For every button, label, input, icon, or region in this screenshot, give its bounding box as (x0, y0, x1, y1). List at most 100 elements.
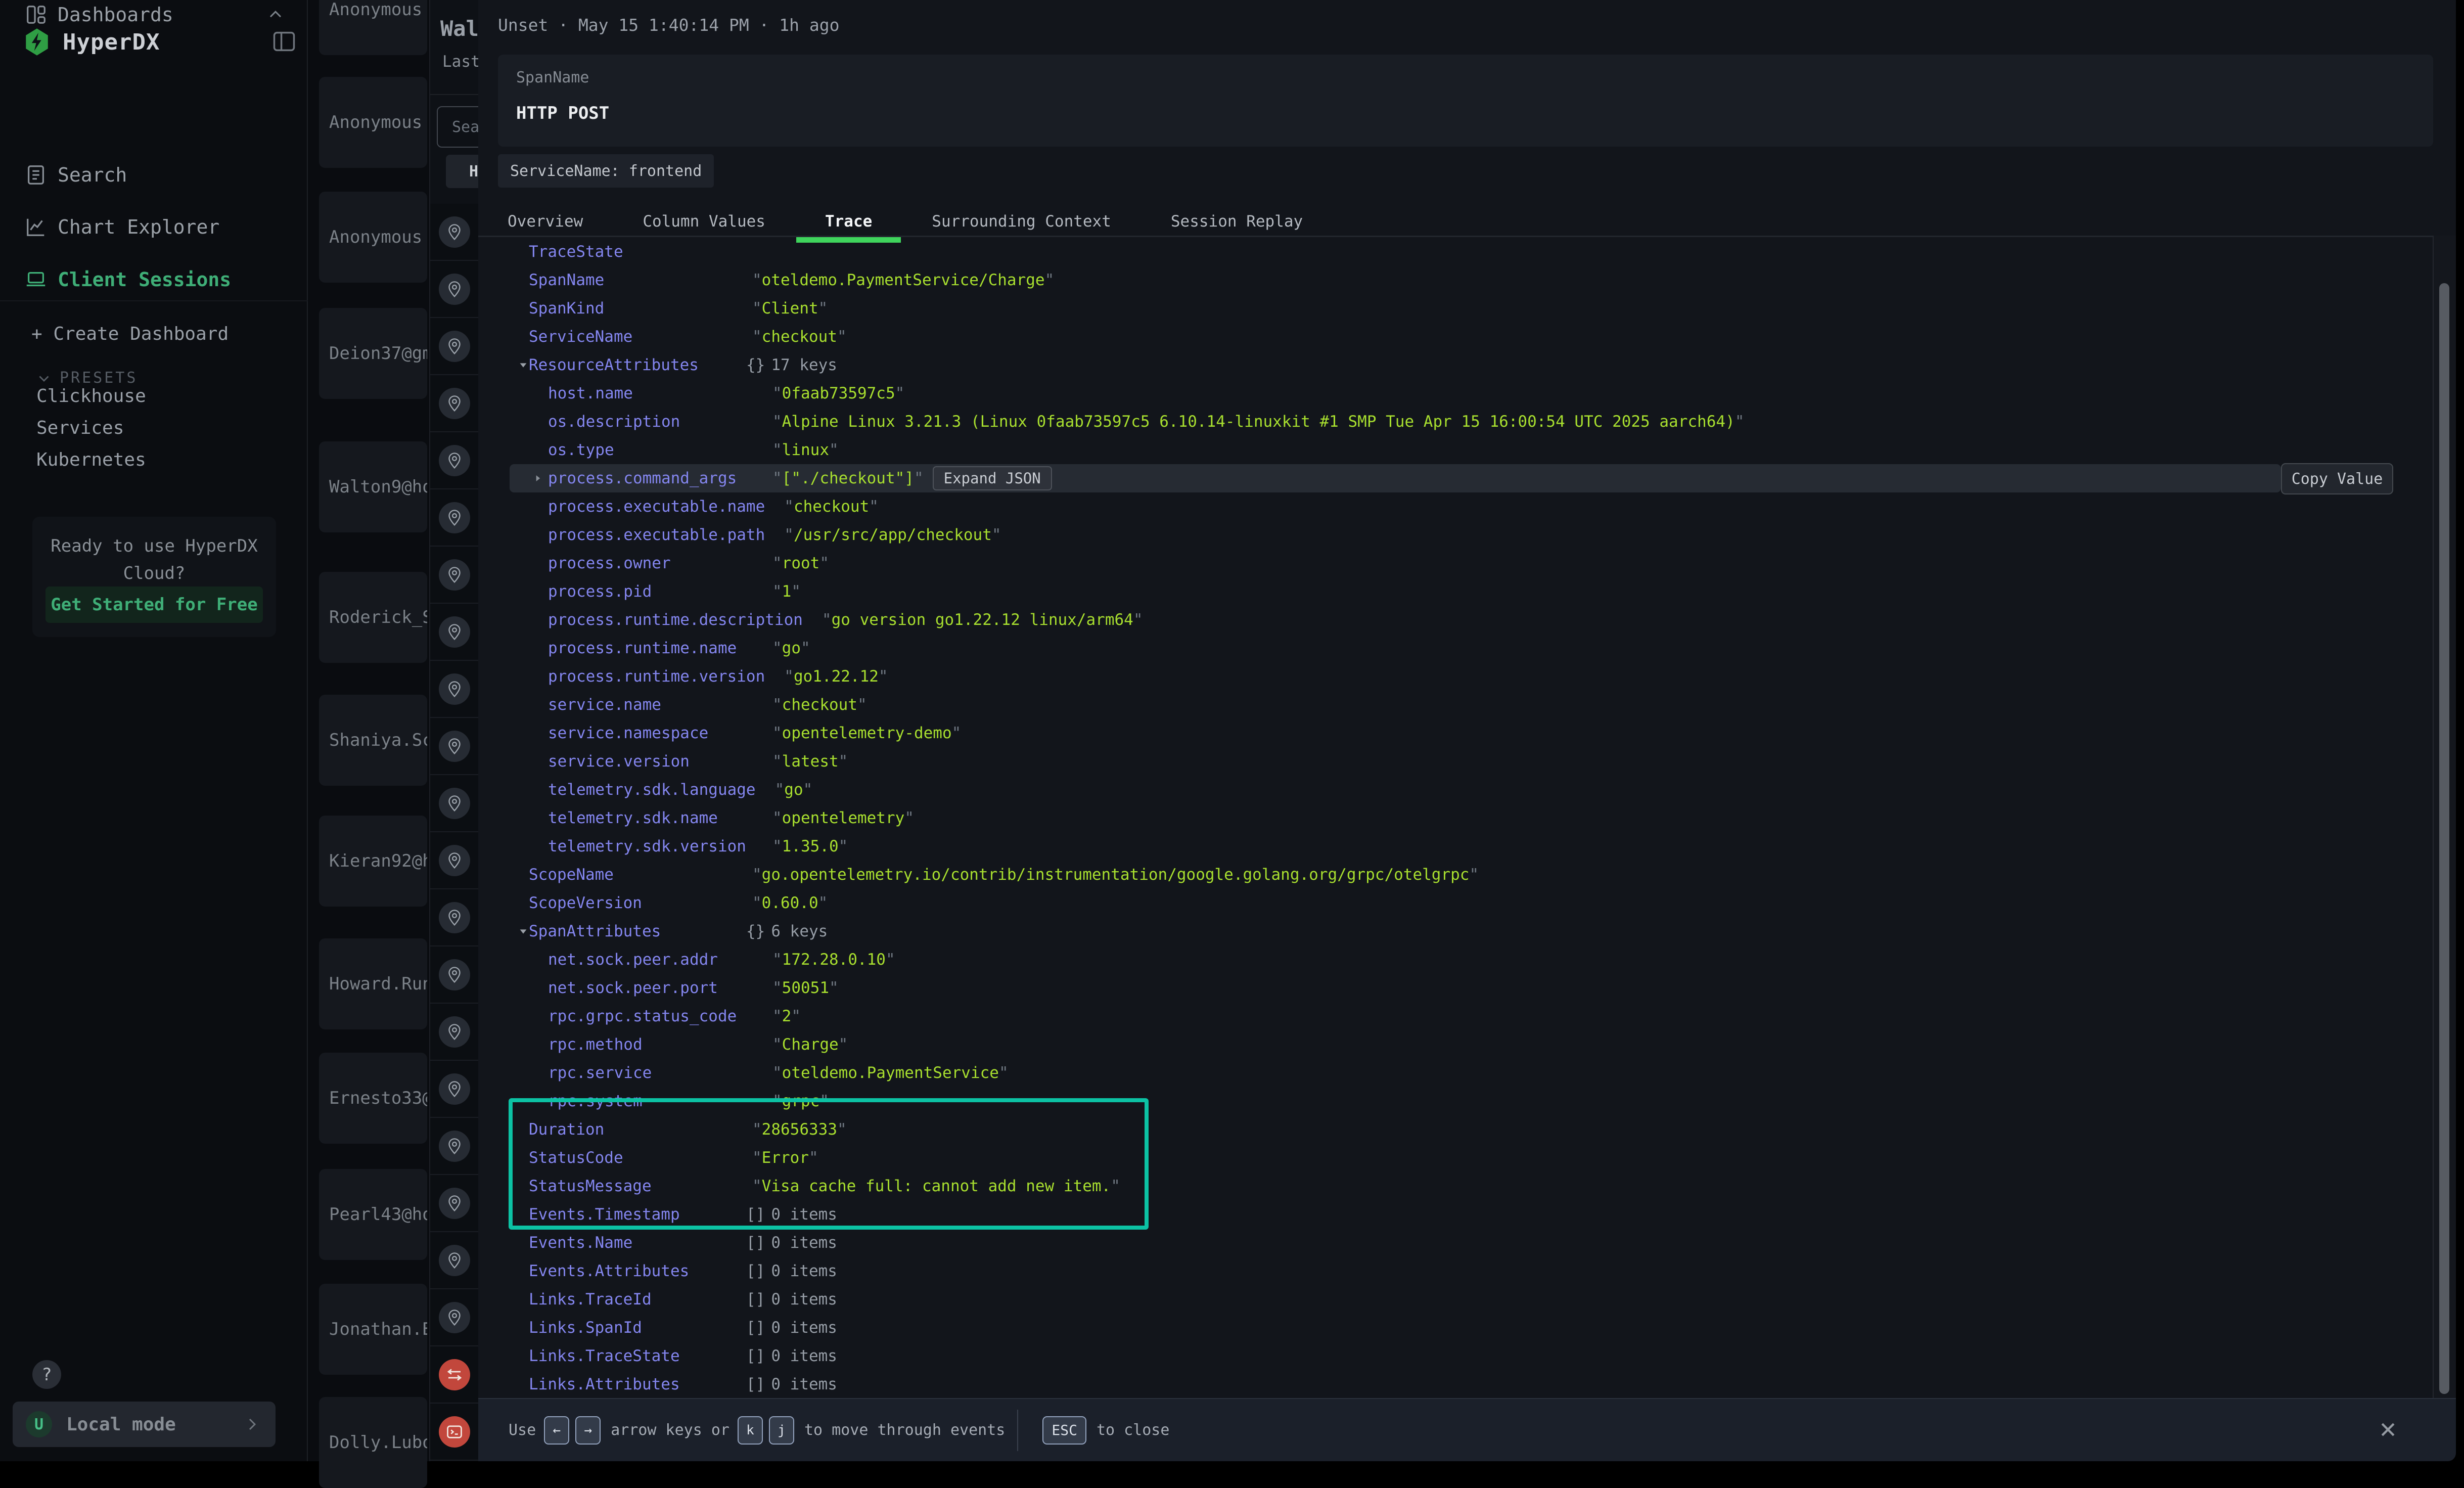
sidebar-nav-item[interactable]: Dashboards (0, 0, 308, 29)
attribute-row[interactable]: ResourceAttributes {} 17 keys (478, 351, 2433, 379)
sidebar-nav-item[interactable]: Search (0, 160, 308, 190)
scrollbar-track[interactable] (2433, 236, 2456, 1398)
attribute-row[interactable]: process.owner root (478, 549, 2433, 577)
local-mode-button[interactable]: U Local mode (13, 1402, 276, 1447)
session-card[interactable]: Howard.Run (319, 938, 427, 1029)
attribute-row[interactable]: ServiceName checkout (478, 323, 2433, 351)
attribute-row[interactable]: service.version latest (478, 747, 2433, 776)
attribute-row[interactable]: rpc.service oteldemo.PaymentService (478, 1059, 2433, 1087)
attribute-row[interactable]: process.pid 1 (478, 577, 2433, 606)
session-card[interactable]: Shaniya.Sc (319, 695, 427, 786)
event-row[interactable] (430, 661, 478, 718)
session-card[interactable]: Walton9@ho (319, 441, 427, 532)
attribute-row[interactable]: Duration 28656333 (478, 1115, 2433, 1144)
attribute-row[interactable]: ScopeName go.opentelemetry.io/contrib/in… (478, 861, 2433, 889)
session-card[interactable]: Dolly.Lubo (319, 1397, 427, 1488)
collapse-caret-icon[interactable] (518, 926, 529, 937)
scrollbar-thumb[interactable] (2439, 283, 2449, 1394)
attribute-row[interactable]: TraceState (478, 238, 2433, 266)
event-row[interactable] (430, 261, 478, 318)
attribute-row[interactable]: host.name 0faab73597c5 (478, 379, 2433, 408)
event-row[interactable] (430, 832, 478, 889)
event-row[interactable] (430, 547, 478, 604)
close-icon[interactable]: ✕ (2379, 1417, 2397, 1443)
preset-item[interactable]: Clickhouse (0, 380, 308, 412)
attribute-row[interactable]: process.command_args ["./checkout"] Expa… (510, 464, 2281, 492)
copy-value-button[interactable]: Copy Value (2281, 463, 2393, 494)
event-row[interactable] (430, 1175, 478, 1232)
attribute-row[interactable]: service.namespace opentelemetry-demo (478, 719, 2433, 747)
attribute-row[interactable]: process.runtime.version go1.22.12 (478, 662, 2433, 691)
attribute-row[interactable]: Links.TraceId [] 0 items (478, 1285, 2433, 1314)
attribute-row[interactable]: Links.TraceState [] 0 items (478, 1342, 2433, 1370)
session-card[interactable]: Deion37@gm (319, 308, 427, 399)
attribute-row[interactable]: Events.Timestamp [] 0 items (478, 1200, 2433, 1229)
preset-item[interactable]: Services (0, 412, 308, 444)
attribute-row[interactable]: telemetry.sdk.version 1.35.0 (478, 832, 2433, 861)
attribute-row[interactable]: StatusCode Error (478, 1144, 2433, 1172)
event-row[interactable] (430, 1404, 478, 1461)
attribute-row[interactable]: process.runtime.description go version g… (478, 606, 2433, 634)
attribute-row[interactable]: telemetry.sdk.language go (478, 776, 2433, 804)
expand-json-button[interactable]: Expand JSON (933, 466, 1052, 490)
attribute-row[interactable]: Links.Attributes [] 0 items (478, 1370, 2433, 1398)
event-row[interactable] (430, 204, 478, 261)
detail-tab[interactable]: Overview (508, 206, 583, 237)
chevron-up-icon[interactable] (265, 5, 286, 25)
attribute-row[interactable]: telemetry.sdk.name opentelemetry (478, 804, 2433, 832)
attribute-row[interactable]: process.executable.name checkout (478, 492, 2433, 521)
attribute-row[interactable]: SpanAttributes {} 6 keys (478, 917, 2433, 945)
sidebar-collapse-icon[interactable] (271, 28, 297, 55)
preset-item[interactable]: Kubernetes (0, 444, 308, 476)
event-row[interactable] (430, 489, 478, 547)
event-row[interactable] (430, 1004, 478, 1061)
detail-tab[interactable]: Surrounding Context (932, 206, 1111, 237)
event-row[interactable] (430, 775, 478, 832)
attribute-row[interactable]: net.sock.peer.addr 172.28.0.10 (478, 945, 2433, 974)
detail-tab[interactable]: Session Replay (1171, 206, 1303, 237)
event-row[interactable] (430, 318, 478, 375)
peek-search-input[interactable] (437, 106, 479, 148)
attribute-row[interactable]: Events.Attributes [] 0 items (478, 1257, 2433, 1285)
attribute-row[interactable]: rpc.method Charge (478, 1030, 2433, 1059)
event-row[interactable] (430, 1346, 478, 1404)
event-row[interactable] (430, 1118, 478, 1175)
event-row[interactable] (430, 604, 478, 661)
attribute-row[interactable]: ScopeVersion 0.60.0 (478, 889, 2433, 917)
session-card[interactable]: Roderick_S (319, 572, 427, 663)
collapse-caret-icon[interactable] (518, 359, 529, 371)
attribute-row[interactable]: os.type linux (478, 436, 2433, 464)
get-started-button[interactable]: Get Started for Free (45, 587, 263, 623)
attribute-row[interactable]: service.name checkout (478, 691, 2433, 719)
attribute-row[interactable]: rpc.grpc.status_code 2 (478, 1002, 2433, 1030)
session-card[interactable]: Anonymous (319, 77, 427, 168)
detail-tab[interactable]: Column Values (643, 206, 765, 237)
attribute-row[interactable]: rpc.system grpc (478, 1087, 2433, 1115)
sidebar-nav-item[interactable]: Chart Explorer (0, 212, 308, 242)
peek-filter-chip[interactable]: H (446, 155, 479, 188)
event-row[interactable] (430, 718, 478, 775)
attribute-row[interactable]: net.sock.peer.port 50051 (478, 974, 2433, 1002)
event-row[interactable] (430, 1061, 478, 1118)
event-row[interactable] (430, 946, 478, 1004)
event-row[interactable] (430, 1232, 478, 1289)
event-row[interactable] (430, 889, 478, 946)
attribute-row[interactable]: SpanName oteldemo.PaymentService/Charge (478, 266, 2433, 294)
event-row[interactable] (430, 432, 478, 489)
attribute-row[interactable]: StatusMessage Visa cache full: cannot ad… (478, 1172, 2433, 1200)
attribute-row[interactable]: Events.Name [] 0 items (478, 1229, 2433, 1257)
session-card[interactable]: Pearl43@ho (319, 1169, 427, 1260)
session-card[interactable]: Jonathan.B (319, 1284, 427, 1375)
attribute-row[interactable]: process.runtime.name go (478, 634, 2433, 662)
session-card[interactable]: Anonymous (319, 0, 427, 55)
attribute-row[interactable]: Links.SpanId [] 0 items (478, 1314, 2433, 1342)
create-dashboard-button[interactable]: + Create Dashboard (31, 324, 229, 344)
service-name-badge[interactable]: ServiceName: frontend (498, 154, 714, 188)
attribute-row[interactable]: os.description Alpine Linux 3.21.3 (Linu… (478, 408, 2433, 436)
help-button[interactable]: ? (32, 1360, 61, 1389)
sidebar-nav-item[interactable]: Client Sessions (0, 265, 308, 294)
session-card[interactable]: Anonymous (319, 192, 427, 283)
session-card[interactable]: Kieran92@h (319, 816, 427, 907)
expand-caret-icon[interactable] (533, 473, 543, 483)
event-row[interactable] (430, 375, 478, 432)
